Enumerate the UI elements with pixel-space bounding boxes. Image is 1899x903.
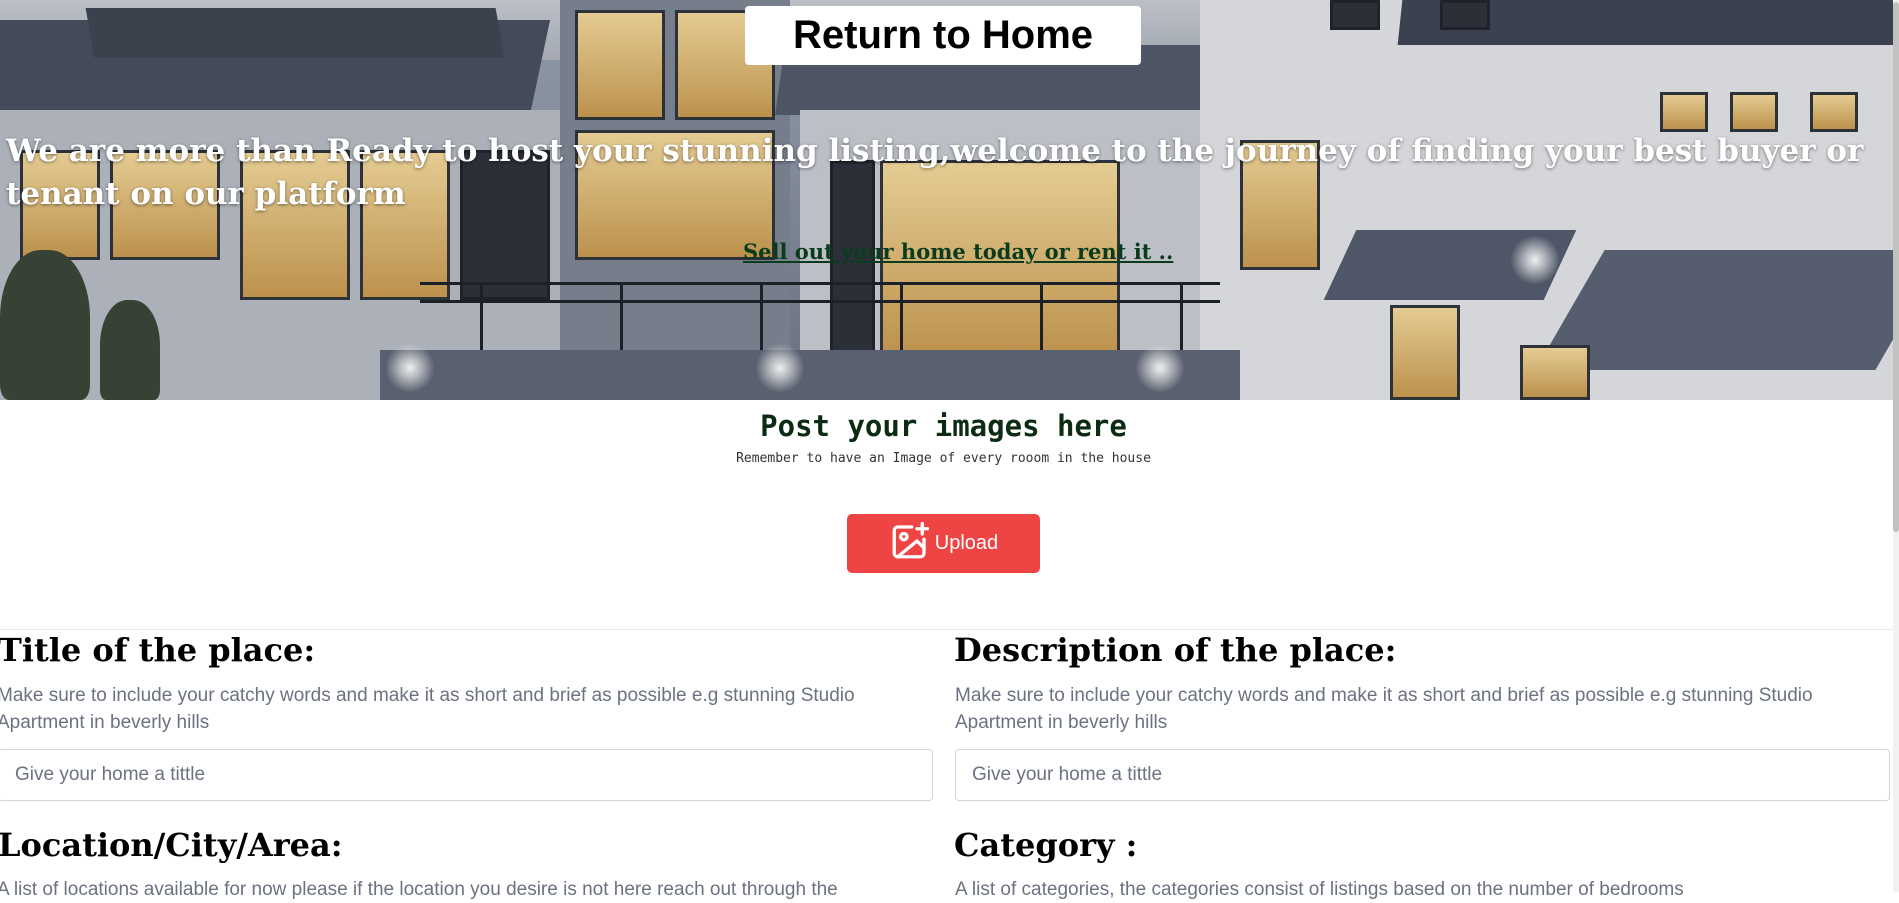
category-field-help: A list of categories, the categories con… xyxy=(955,879,1684,900)
page-scrollbar[interactable] xyxy=(1893,0,1899,892)
description-field-help: Make sure to include your catchy words a… xyxy=(955,685,1813,733)
hero-headline: We are more than Ready to host your stun… xyxy=(6,133,1864,212)
scrollbar-thumb[interactable] xyxy=(1893,2,1899,532)
section-divider xyxy=(0,629,1893,630)
description-field-label: Description of the place: xyxy=(954,631,1397,669)
sell-or-rent-link[interactable]: Sell out your home today or rent it .. xyxy=(743,239,1173,264)
upload-button[interactable]: Upload xyxy=(847,514,1040,573)
description-input[interactable] xyxy=(955,749,1890,801)
title-field-help: Make sure to include your catchy words a… xyxy=(0,685,855,733)
return-home-button[interactable]: Return to Home xyxy=(745,6,1141,65)
title-field-label: Title of the place: xyxy=(0,631,316,669)
location-field-help: A list of locations available for now pl… xyxy=(0,879,838,900)
add-image-icon xyxy=(889,520,931,568)
category-field-label: Category : xyxy=(954,826,1138,864)
post-images-title: Post your images here xyxy=(760,409,1127,443)
title-input[interactable] xyxy=(0,749,933,801)
post-images-subtitle: Remember to have an Image of every rooom… xyxy=(736,451,1151,466)
location-field-label: Location/City/Area: xyxy=(0,826,343,864)
upload-button-label: Upload xyxy=(934,532,999,554)
hero-banner: Return to Home We are more than Ready to… xyxy=(0,0,1893,400)
